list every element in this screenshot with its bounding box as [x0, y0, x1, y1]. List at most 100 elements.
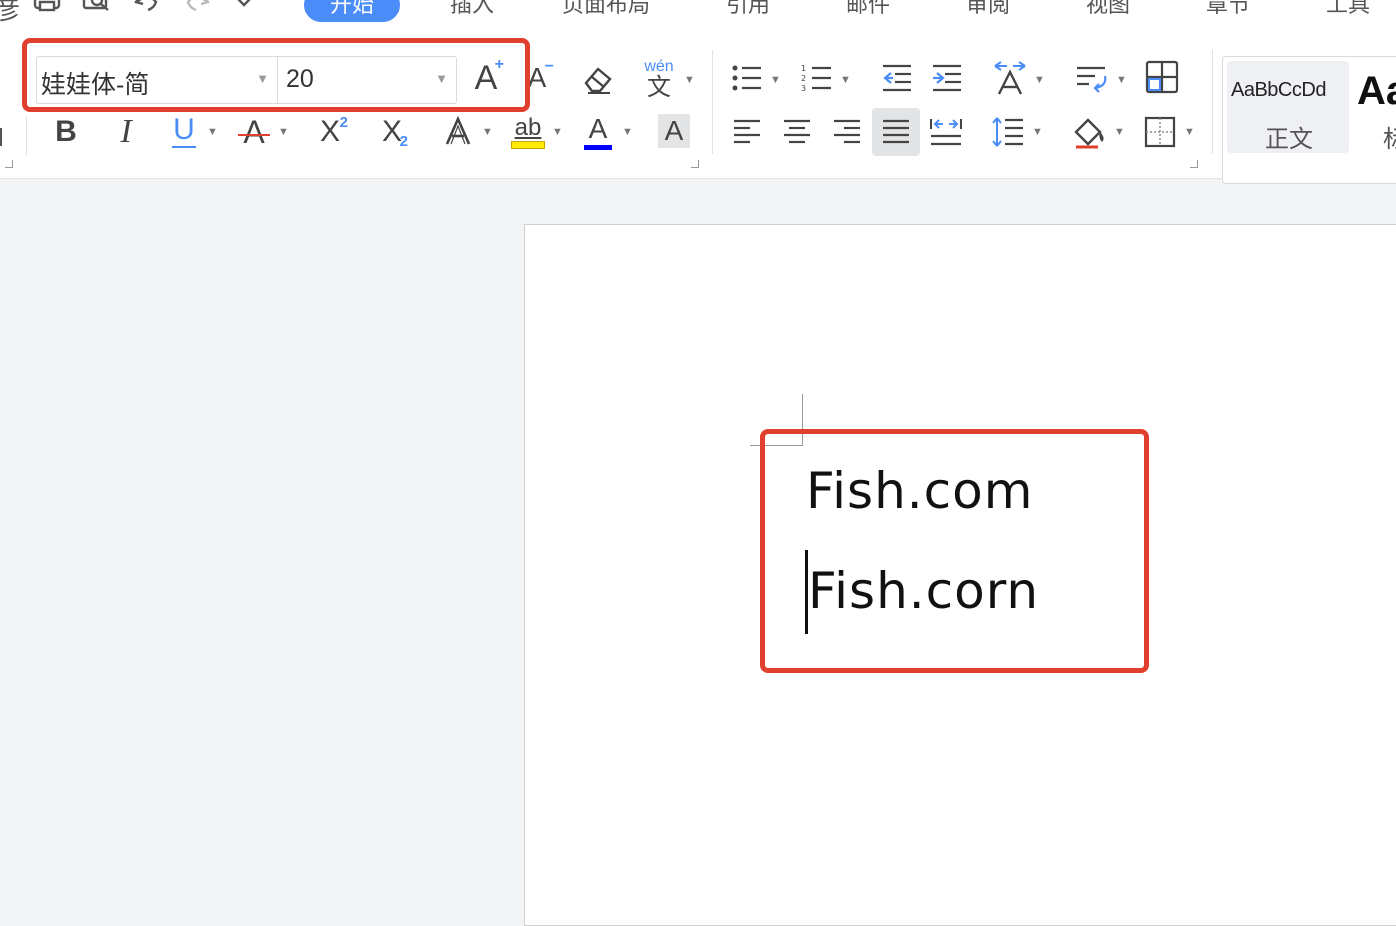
borders-icon	[1144, 116, 1176, 148]
phonetic-top: wén	[644, 58, 674, 75]
highlight-button[interactable]: ab	[510, 112, 546, 152]
line-spacing-icon	[992, 117, 1023, 147]
align-right-button[interactable]	[830, 114, 864, 150]
distributed-align-button[interactable]	[928, 114, 964, 150]
character-shading-button[interactable]: A	[658, 114, 690, 148]
distributed-align-icon	[930, 119, 962, 146]
tab-insert[interactable]: 插入	[424, 0, 520, 22]
tab-home[interactable]: 开始	[304, 0, 401, 22]
text-direction-button[interactable]	[1074, 60, 1110, 96]
align-right-icon	[834, 119, 860, 144]
font-color-icon: A	[588, 112, 608, 144]
align-center-button[interactable]	[780, 114, 814, 150]
strikethrough-icon: A	[243, 114, 265, 150]
tab-sections[interactable]: 章节	[1180, 0, 1276, 22]
justify-icon	[883, 119, 909, 144]
superscript-button[interactable]: X 2	[310, 112, 350, 152]
clear-format-button[interactable]	[578, 60, 618, 100]
decrease-indent-icon	[883, 64, 911, 92]
chevron-down-icon[interactable]: ▼	[482, 126, 493, 138]
styles-gallery: AaBbCcDd 正文 Aa 标	[1222, 56, 1396, 184]
subscript-button[interactable]: X 2	[372, 112, 412, 152]
tab-references[interactable]: 引用	[700, 0, 796, 22]
menu-bar: 彦 开始 插入 页面布局 引用 邮件 审阅 视图 章节 工具	[0, 0, 1396, 28]
svg-text:1: 1	[801, 64, 806, 73]
char-spacing-icon	[994, 61, 1026, 95]
bold-button[interactable]: B	[50, 114, 82, 150]
chevron-down-icon[interactable]: ▼	[770, 74, 781, 86]
numbered-list-icon: 123	[801, 64, 831, 93]
chevron-down-icon[interactable]	[234, 0, 254, 21]
chevron-down-icon[interactable]: ▼	[1184, 126, 1195, 138]
ribbon: 娃娃体-简 ▼ 20 ▼ A + A − wén 文 ▼ B I U ▼ A ▼…	[0, 28, 1396, 184]
style-heading-label: 标	[1383, 119, 1396, 154]
numbered-list-button[interactable]: 123	[800, 60, 834, 96]
svg-text:3: 3	[801, 84, 806, 93]
font-dialog-launcher[interactable]	[691, 160, 699, 168]
phonetic-guide-button[interactable]: wén 文	[638, 56, 680, 104]
svg-text:2: 2	[801, 74, 806, 83]
superscript-icon: X	[319, 115, 340, 148]
chevron-down-icon[interactable]: ▼	[1116, 74, 1127, 86]
bold-icon: B	[55, 115, 77, 148]
chevron-down-icon[interactable]: ▼	[840, 74, 851, 86]
chevron-down-icon[interactable]: ▼	[552, 126, 563, 138]
highlight-annotation	[760, 429, 1149, 673]
tab-page-layout[interactable]: 页面布局	[536, 0, 676, 22]
separator	[1212, 50, 1213, 154]
dialog-launcher[interactable]	[5, 160, 13, 168]
table-layout-icon	[1145, 60, 1179, 94]
tab-tools[interactable]: 工具	[1300, 0, 1396, 22]
style-normal-preview: AaBbCcDd	[1231, 79, 1326, 101]
bullet-list-icon	[732, 65, 761, 91]
italic-icon: I	[120, 113, 132, 150]
character-shading-icon: A	[664, 115, 684, 146]
italic-button[interactable]: I	[110, 114, 142, 150]
phonetic-char: 文	[647, 74, 671, 101]
justify-button[interactable]	[872, 108, 920, 156]
print-preview-icon[interactable]	[82, 0, 112, 21]
tab-review[interactable]: 审阅	[940, 0, 1036, 22]
increase-indent-icon	[933, 64, 961, 92]
highlight-annotation	[22, 38, 530, 112]
tab-view[interactable]: 视图	[1060, 0, 1156, 22]
increase-indent-button[interactable]	[930, 60, 964, 96]
text-effect-button[interactable]	[440, 112, 476, 152]
eraser-icon	[584, 67, 612, 94]
chevron-down-icon[interactable]: ▼	[278, 126, 289, 138]
paragraph-dialog-launcher[interactable]	[1190, 160, 1198, 168]
shrink-font-icon: A	[527, 62, 547, 93]
font-color-button[interactable]: A	[582, 112, 614, 152]
redo-icon[interactable]	[182, 0, 210, 21]
bullet-list-button[interactable]	[730, 60, 764, 96]
chevron-down-icon[interactable]: ▼	[1034, 74, 1045, 86]
line-spacing-button[interactable]	[990, 114, 1026, 150]
table-layout-button[interactable]	[1144, 58, 1180, 96]
tab-mailings[interactable]: 邮件	[820, 0, 916, 22]
underline-button[interactable]: U	[168, 112, 200, 152]
shading-button[interactable]	[1070, 112, 1110, 152]
chevron-down-icon[interactable]: ▼	[1032, 126, 1043, 138]
text-direction-icon	[1077, 66, 1107, 93]
style-normal-label: 正文	[1265, 126, 1313, 153]
style-heading-preview: Aa	[1357, 69, 1396, 113]
chevron-down-icon[interactable]: ▼	[1114, 126, 1125, 138]
style-normal[interactable]: AaBbCcDd 正文	[1227, 61, 1349, 153]
char-spacing-button[interactable]	[992, 58, 1028, 98]
partial-label: 彦	[0, 0, 21, 25]
align-left-button[interactable]	[730, 114, 764, 150]
borders-button[interactable]	[1142, 114, 1178, 150]
chevron-down-icon[interactable]: ▼	[684, 74, 695, 86]
chevron-down-icon[interactable]: ▼	[622, 126, 633, 138]
style-heading-1[interactable]: Aa 标	[1357, 61, 1396, 153]
underline-icon: U	[173, 113, 195, 146]
text-effect-icon	[445, 116, 471, 145]
undo-icon[interactable]	[134, 0, 162, 21]
printer-icon[interactable]	[32, 0, 62, 21]
separator	[712, 50, 713, 154]
align-center-icon	[784, 119, 810, 144]
strikethrough-button[interactable]: A	[236, 112, 272, 152]
decrease-indent-button[interactable]	[880, 60, 914, 96]
align-left-icon	[734, 119, 760, 144]
chevron-down-icon[interactable]: ▼	[207, 126, 218, 138]
